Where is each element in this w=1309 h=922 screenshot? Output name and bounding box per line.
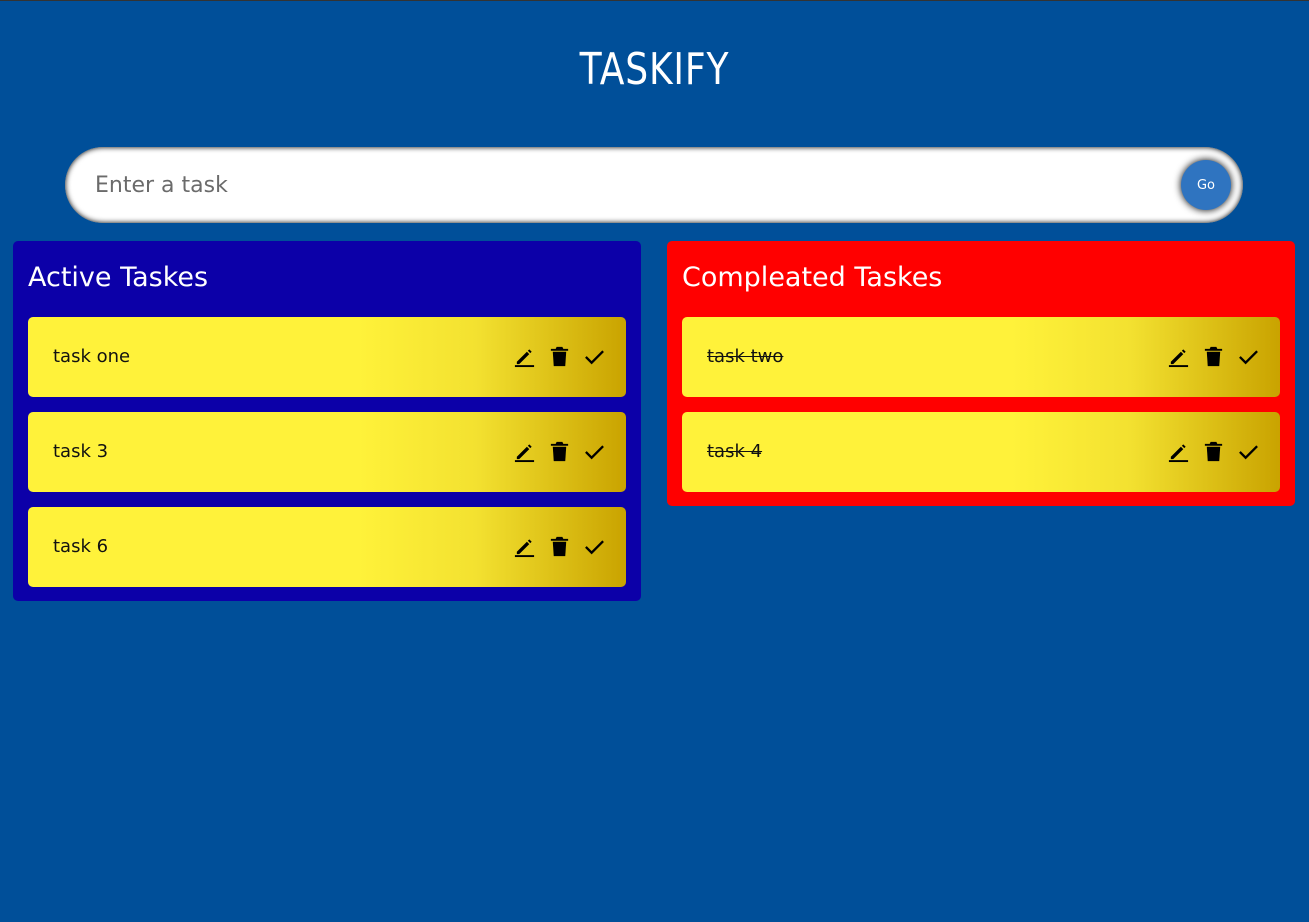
pencil-icon[interactable] bbox=[1167, 345, 1190, 368]
trash-icon[interactable] bbox=[1202, 345, 1225, 368]
completed-tasks-heading: Compleated Taskes bbox=[682, 262, 943, 293]
trash-icon[interactable] bbox=[548, 440, 571, 463]
trash-icon[interactable] bbox=[548, 535, 571, 558]
task-text: task 4 bbox=[707, 441, 763, 462]
task-card[interactable]: task 4 bbox=[682, 412, 1280, 492]
task-actions bbox=[513, 345, 606, 369]
check-icon[interactable] bbox=[583, 345, 606, 368]
app-title: TASKIFY bbox=[579, 44, 730, 95]
pencil-icon[interactable] bbox=[513, 535, 536, 558]
task-text: task two bbox=[707, 346, 784, 367]
task-actions bbox=[513, 440, 606, 464]
task-card[interactable]: task 6 bbox=[28, 507, 626, 587]
task-text: task 3 bbox=[53, 441, 109, 462]
task-card[interactable]: task one bbox=[28, 317, 626, 397]
active-tasks-heading: Active Taskes bbox=[28, 262, 209, 293]
window-top-border bbox=[0, 0, 1309, 1]
check-icon[interactable] bbox=[583, 440, 606, 463]
task-actions bbox=[513, 535, 606, 559]
task-card[interactable]: task 3 bbox=[28, 412, 626, 492]
task-actions bbox=[1167, 345, 1260, 369]
task-actions bbox=[1167, 440, 1260, 464]
check-icon[interactable] bbox=[1237, 345, 1260, 368]
trash-icon[interactable] bbox=[1202, 440, 1225, 463]
completed-tasks-panel: Compleated Taskes task two task 4 bbox=[667, 241, 1295, 506]
pencil-icon[interactable] bbox=[513, 345, 536, 368]
check-icon[interactable] bbox=[1237, 440, 1260, 463]
pencil-icon[interactable] bbox=[513, 440, 536, 463]
task-card[interactable]: task two bbox=[682, 317, 1280, 397]
active-tasks-panel: Active Taskes task one task 3 task 6 bbox=[13, 241, 641, 601]
task-text: task 6 bbox=[53, 536, 109, 557]
task-text: task one bbox=[53, 346, 131, 367]
go-button[interactable]: Go bbox=[1181, 160, 1231, 210]
trash-icon[interactable] bbox=[548, 345, 571, 368]
pencil-icon[interactable] bbox=[1167, 440, 1190, 463]
check-icon[interactable] bbox=[583, 535, 606, 558]
task-input[interactable] bbox=[65, 147, 1165, 223]
task-input-form: Go bbox=[65, 147, 1243, 223]
